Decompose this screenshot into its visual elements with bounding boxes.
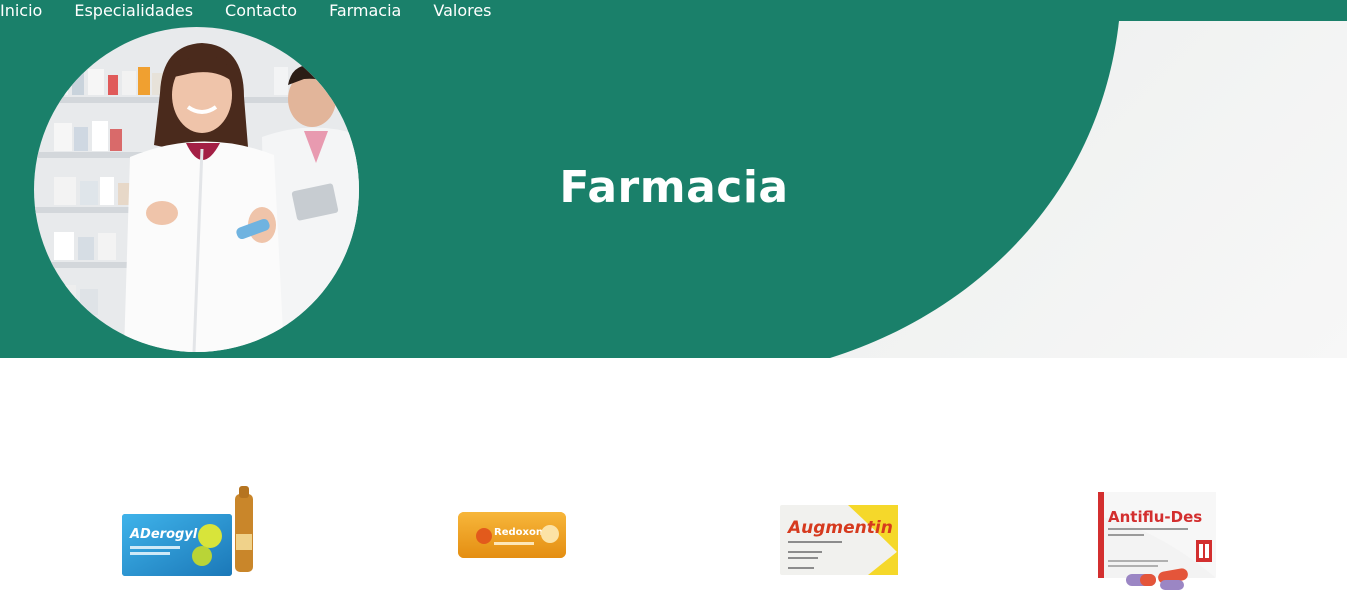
augmentin-label: Augmentin <box>786 518 893 538</box>
product-card-aderogyl[interactable]: ADerogyl <box>122 486 260 578</box>
aderogyl-label: ADerogyl <box>129 527 198 542</box>
nav-item-farmacia[interactable]: Farmacia <box>329 0 401 21</box>
page-title: Farmacia <box>559 162 789 213</box>
antiflu-des-box-image: Antiflu-Des <box>1098 492 1216 590</box>
top-navbar: Inicio Especialidades Contacto Farmacia … <box>0 0 1347 21</box>
nav-item-valores[interactable]: Valores <box>433 0 491 21</box>
product-card-augmentin[interactable]: Augmentin <box>778 503 900 579</box>
products-row: ADerogyl Redoxon Augmentin Antiflu-Des <box>0 358 1347 596</box>
redoxon-label: Redoxon <box>494 527 543 538</box>
antiflu-des-label: Antiflu-Des <box>1108 508 1202 526</box>
product-card-antiflu-des[interactable]: Antiflu-Des <box>1096 488 1220 592</box>
hero-banner: Farmacia <box>0 21 1347 358</box>
nav-item-especialidades[interactable]: Especialidades <box>74 0 193 21</box>
pharmacists-photo <box>34 27 359 352</box>
product-card-redoxon[interactable]: Redoxon <box>458 510 568 560</box>
redoxon-tube-image: Redoxon <box>458 512 566 558</box>
aderogyl-box-image: ADerogyl <box>122 486 253 576</box>
augmentin-box-image: Augmentin <box>780 505 898 575</box>
nav-menu: Inicio Especialidades Contacto Farmacia … <box>0 0 492 21</box>
nav-item-inicio[interactable]: Inicio <box>0 0 42 21</box>
nav-item-contacto[interactable]: Contacto <box>225 0 297 21</box>
